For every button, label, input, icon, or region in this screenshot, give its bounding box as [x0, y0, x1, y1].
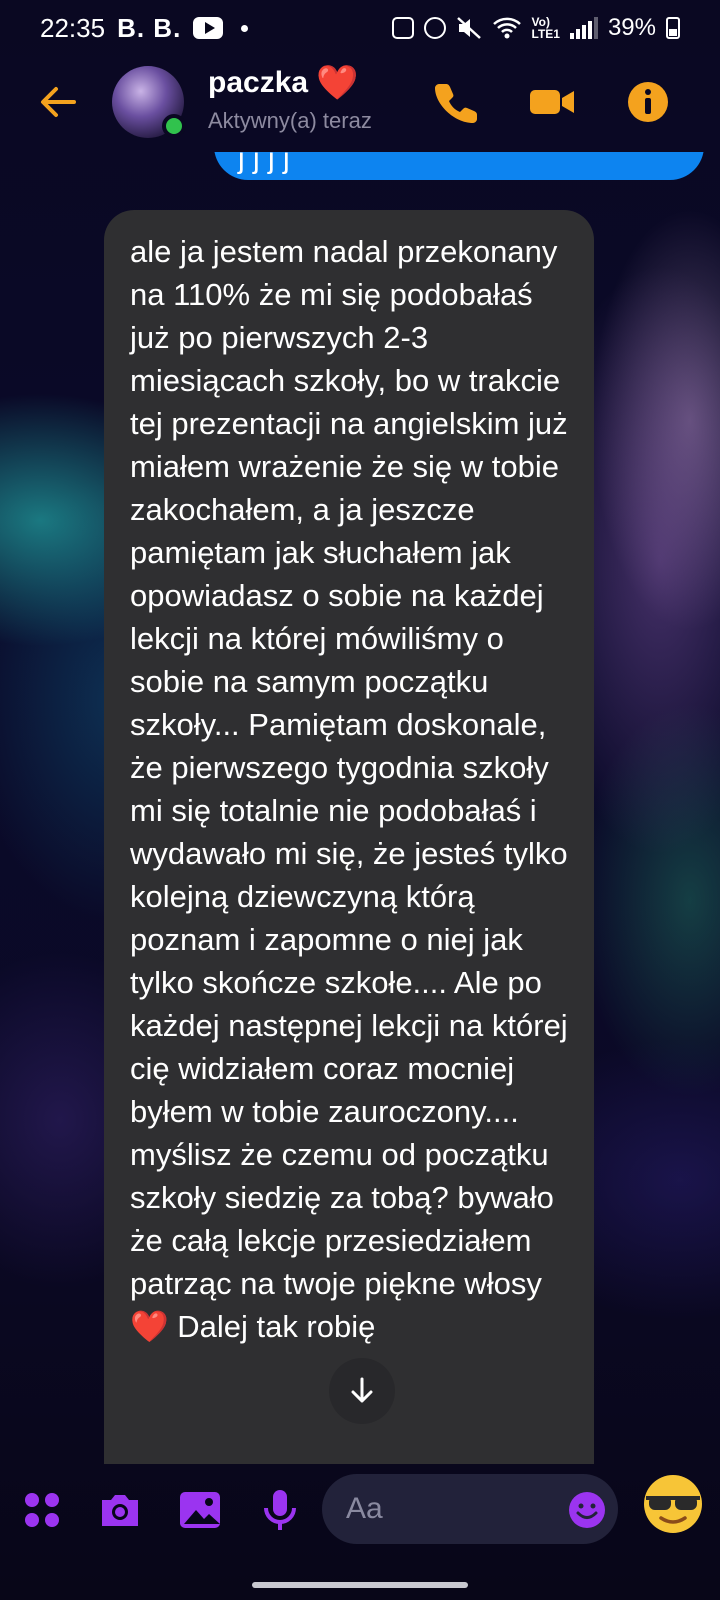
gallery-icon[interactable]: [176, 1486, 224, 1534]
network-type-label: Vo) LTE1: [531, 15, 560, 41]
mute-icon: [456, 17, 481, 39]
arrow-down-icon: [351, 1377, 373, 1403]
info-icon[interactable]: [624, 78, 672, 126]
status-bar: 22:35 B. B. Vo) LTE1 39%: [0, 0, 720, 56]
microphone-icon[interactable]: [256, 1486, 304, 1534]
emoji-icon[interactable]: [568, 1491, 606, 1529]
youtube-notification-icon: [193, 17, 224, 39]
apps-icon[interactable]: [18, 1486, 66, 1534]
contact-name-row: paczka ❤️: [208, 66, 372, 100]
wifi-icon: [492, 17, 521, 39]
received-message-text: ale ja jestem nadal przekonany na 110% ż…: [130, 234, 577, 1344]
contact-name: paczka: [208, 66, 309, 99]
scroll-to-bottom-button[interactable]: [329, 1358, 395, 1424]
conversation-header: paczka ❤️ Aktywny(a) teraz: [0, 56, 720, 152]
received-message-bubble[interactable]: ale ja jestem nadal przekonany na 110% ż…: [104, 210, 594, 1464]
battery-icon: [666, 17, 680, 39]
sent-message-bubble[interactable]: j j j j: [214, 152, 704, 180]
video-camera-icon[interactable]: [528, 78, 576, 126]
online-status-dot: [162, 114, 186, 138]
message-input-container[interactable]: [322, 1474, 618, 1544]
more-notifications-dot: [241, 24, 249, 32]
camera-icon[interactable]: [96, 1486, 144, 1534]
alarm-icon: [423, 17, 446, 39]
contact-avatar[interactable]: [112, 66, 186, 138]
lock-screen-icon: [391, 17, 414, 39]
presence-status: Aktywny(a) teraz: [208, 108, 372, 133]
back-arrow-icon[interactable]: [36, 80, 80, 124]
contact-title-block[interactable]: paczka ❤️ Aktywny(a) teraz: [208, 66, 372, 134]
contact-name-emoji: ❤️: [316, 64, 359, 102]
status-carrier-text: B. B.: [117, 12, 182, 43]
message-list[interactable]: j j j j ale ja jestem nadal przekonany n…: [0, 152, 720, 1464]
battery-percentage: 39%: [607, 14, 656, 41]
message-composer: [0, 1464, 720, 1572]
status-time: 22:35: [40, 12, 106, 43]
sent-message-text: j j j j: [238, 152, 290, 175]
signal-strength-icon: [569, 17, 598, 39]
home-indicator[interactable]: [252, 1582, 468, 1588]
quick-reaction-sunglasses-emoji[interactable]: [640, 1470, 706, 1536]
message-input[interactable]: [346, 1492, 546, 1526]
phone-icon[interactable]: [432, 78, 480, 126]
